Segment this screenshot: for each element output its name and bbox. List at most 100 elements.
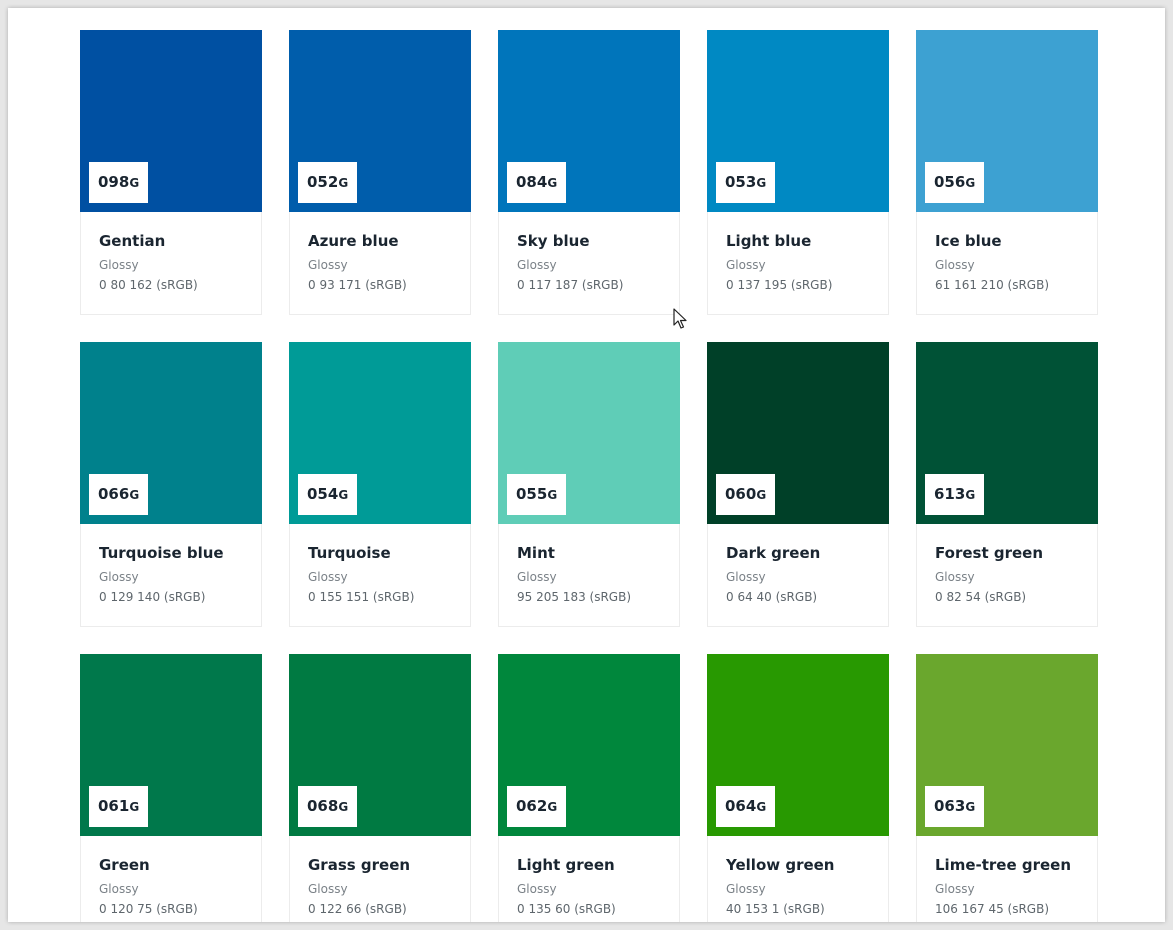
color-card[interactable]: 613G Forest green Glossy 0 82 54 (sRGB) bbox=[916, 342, 1098, 627]
color-info: Sky blue Glossy 0 117 187 (sRGB) bbox=[499, 212, 679, 293]
color-swatch: 060G bbox=[707, 342, 889, 524]
color-code-suffix: G bbox=[965, 800, 976, 814]
color-rgb: 106 167 45 (sRGB) bbox=[935, 902, 1050, 916]
color-info: Turquoise Glossy 0 155 151 (sRGB) bbox=[290, 524, 470, 605]
page-frame: 098G Gentian Glossy 0 80 162 (sRGB) 052G… bbox=[8, 8, 1165, 922]
color-swatch: 052G bbox=[289, 30, 471, 212]
color-card[interactable]: 053G Light blue Glossy 0 137 195 (sRGB) bbox=[707, 30, 889, 315]
color-card[interactable]: 055G Mint Glossy 95 205 183 (sRGB) bbox=[498, 342, 680, 627]
color-code-suffix: G bbox=[547, 488, 558, 502]
color-rgb: 0 93 171 (sRGB) bbox=[308, 278, 407, 292]
color-rgb: 0 80 162 (sRGB) bbox=[99, 278, 198, 292]
color-name: Dark green bbox=[726, 544, 821, 562]
color-name: Green bbox=[99, 856, 150, 874]
color-code-badge: 064G bbox=[716, 786, 776, 827]
color-code: 056 bbox=[934, 173, 966, 191]
color-card[interactable]: 061G Green Glossy 0 120 75 (sRGB) bbox=[80, 654, 262, 922]
color-info: Light blue Glossy 0 137 195 (sRGB) bbox=[708, 212, 888, 293]
color-code-badge: 066G bbox=[89, 474, 149, 515]
color-rgb: 0 82 54 (sRGB) bbox=[935, 590, 1027, 604]
mouse-cursor-icon bbox=[673, 308, 687, 329]
color-card[interactable]: 052G Azure blue Glossy 0 93 171 (sRGB) bbox=[289, 30, 471, 315]
color-code-badge: 055G bbox=[507, 474, 567, 515]
color-info: Light green Glossy 0 135 60 (sRGB) bbox=[499, 836, 679, 917]
color-swatch: 068G bbox=[289, 654, 471, 836]
color-finish: Glossy bbox=[726, 258, 766, 272]
color-name: Forest green bbox=[935, 544, 1043, 562]
color-swatch: 054G bbox=[289, 342, 471, 524]
color-rgb: 0 137 195 (sRGB) bbox=[726, 278, 833, 292]
color-info: Grass green Glossy 0 122 66 (sRGB) bbox=[290, 836, 470, 917]
color-info: Turquoise blue Glossy 0 129 140 (sRGB) bbox=[81, 524, 261, 605]
color-info: Yellow green Glossy 40 153 1 (sRGB) bbox=[708, 836, 888, 917]
color-finish: Glossy bbox=[99, 570, 139, 584]
color-card[interactable]: 054G Turquoise Glossy 0 155 151 (sRGB) bbox=[289, 342, 471, 627]
color-name: Sky blue bbox=[517, 232, 590, 250]
color-rgb: 0 64 40 (sRGB) bbox=[726, 590, 818, 604]
color-swatch: 062G bbox=[498, 654, 680, 836]
color-card[interactable]: 068G Grass green Glossy 0 122 66 (sRGB) bbox=[289, 654, 471, 922]
color-code: 064 bbox=[725, 797, 757, 815]
color-name: Lime-tree green bbox=[935, 856, 1072, 874]
color-name: Turquoise bbox=[308, 544, 391, 562]
color-code-badge: 098G bbox=[89, 162, 149, 203]
color-card[interactable]: 064G Yellow green Glossy 40 153 1 (sRGB) bbox=[707, 654, 889, 922]
color-rgb: 0 155 151 (sRGB) bbox=[308, 590, 415, 604]
color-finish: Glossy bbox=[726, 882, 766, 896]
color-card[interactable]: 062G Light green Glossy 0 135 60 (sRGB) bbox=[498, 654, 680, 922]
color-finish: Glossy bbox=[935, 882, 975, 896]
color-card[interactable]: 056G Ice blue Glossy 61 161 210 (sRGB) bbox=[916, 30, 1098, 315]
color-card[interactable]: 084G Sky blue Glossy 0 117 187 (sRGB) bbox=[498, 30, 680, 315]
color-code-badge: 053G bbox=[716, 162, 776, 203]
color-code: 055 bbox=[516, 485, 548, 503]
color-swatch: 613G bbox=[916, 342, 1098, 524]
color-code-suffix: G bbox=[338, 488, 349, 502]
color-finish: Glossy bbox=[308, 570, 348, 584]
color-finish: Glossy bbox=[935, 258, 975, 272]
color-code-badge: 063G bbox=[925, 786, 985, 827]
color-card[interactable]: 063G Lime-tree green Glossy 106 167 45 (… bbox=[916, 654, 1098, 922]
color-rgb: 0 135 60 (sRGB) bbox=[517, 902, 616, 916]
color-swatch: 061G bbox=[80, 654, 262, 836]
color-code-badge: 062G bbox=[507, 786, 567, 827]
color-rgb: 95 205 183 (sRGB) bbox=[517, 590, 632, 604]
color-code-badge: 052G bbox=[298, 162, 358, 203]
color-finish: Glossy bbox=[308, 882, 348, 896]
color-name: Yellow green bbox=[726, 856, 835, 874]
color-code-suffix: G bbox=[129, 488, 140, 502]
color-code-badge: 061G bbox=[89, 786, 149, 827]
color-info: Azure blue Glossy 0 93 171 (sRGB) bbox=[290, 212, 470, 293]
color-code-suffix: G bbox=[338, 800, 349, 814]
color-code-badge: 054G bbox=[298, 474, 358, 515]
color-code-suffix: G bbox=[965, 488, 976, 502]
color-swatch: 056G bbox=[916, 30, 1098, 212]
color-code: 054 bbox=[307, 485, 339, 503]
color-code-suffix: G bbox=[129, 800, 140, 814]
color-code-suffix: G bbox=[756, 800, 767, 814]
color-rgb: 0 122 66 (sRGB) bbox=[308, 902, 407, 916]
color-name: Azure blue bbox=[308, 232, 399, 250]
color-name: Grass green bbox=[308, 856, 411, 874]
color-name: Turquoise blue bbox=[99, 544, 224, 562]
color-card[interactable]: 066G Turquoise blue Glossy 0 129 140 (sR… bbox=[80, 342, 262, 627]
color-card[interactable]: 060G Dark green Glossy 0 64 40 (sRGB) bbox=[707, 342, 889, 627]
color-code: 066 bbox=[98, 485, 130, 503]
color-code-badge: 060G bbox=[716, 474, 776, 515]
color-finish: Glossy bbox=[308, 258, 348, 272]
color-card[interactable]: 098G Gentian Glossy 0 80 162 (sRGB) bbox=[80, 30, 262, 315]
color-rgb: 61 161 210 (sRGB) bbox=[935, 278, 1050, 292]
color-swatch: 066G bbox=[80, 342, 262, 524]
color-info: Forest green Glossy 0 82 54 (sRGB) bbox=[917, 524, 1097, 605]
color-code-suffix: G bbox=[129, 176, 140, 190]
color-finish: Glossy bbox=[517, 882, 557, 896]
color-swatch: 084G bbox=[498, 30, 680, 212]
color-code: 613 bbox=[934, 485, 966, 503]
color-code: 084 bbox=[516, 173, 548, 191]
color-code: 053 bbox=[725, 173, 757, 191]
color-code-suffix: G bbox=[756, 488, 767, 502]
color-rgb: 0 117 187 (sRGB) bbox=[517, 278, 624, 292]
color-name: Gentian bbox=[99, 232, 166, 250]
color-info: Dark green Glossy 0 64 40 (sRGB) bbox=[708, 524, 888, 605]
color-info: Mint Glossy 95 205 183 (sRGB) bbox=[499, 524, 679, 605]
color-code: 062 bbox=[516, 797, 548, 815]
